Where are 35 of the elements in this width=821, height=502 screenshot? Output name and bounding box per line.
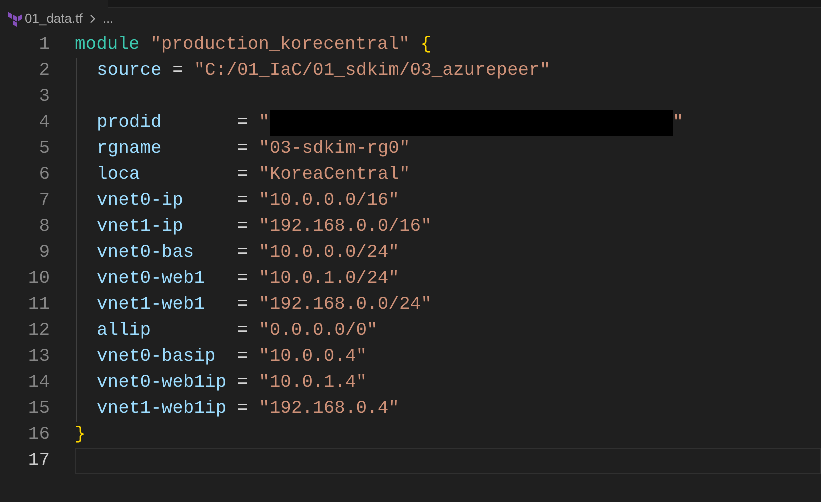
line-number: 13 [28,346,50,369]
logo-icon [8,12,22,26]
code-line: loca = "KoreaCentral" [97,164,410,187]
code-line: vnet0-basip = "10.0.0.4" [97,346,368,369]
line-number: 1 [39,34,50,57]
line-number: 11 [28,294,50,317]
line-number: 12 [28,320,50,343]
code-line: vnet1-web1ip = "192.168.0.4" [97,398,400,421]
line-number: 10 [28,268,50,291]
code-line: vnet1-web1 = "192.168.0.0/24" [97,294,432,317]
line-number: 4 [39,112,50,135]
line-number: 7 [39,190,50,213]
code-line: vnet1-ip = "192.168.0.0/16" [97,216,432,239]
line-number: 15 [28,398,50,421]
code-line: vnet0-web1ip = "10.0.1.4" [97,372,368,395]
code-line: source = "C:/01_IaC/01_sdkim/03_azurepeer" [97,60,551,83]
code-line: vnet0-bas = "10.0.0.0/24" [97,242,400,265]
line-number: 9 [39,242,50,265]
breadcrumb-more[interactable]: ... [102,9,114,29]
code-line: vnet0-web1 = "10.0.1.0/24" [97,268,400,291]
line-number: 8 [39,216,50,239]
code-line: module "production_korecentral" { [75,34,432,57]
code-line: prodid = " " [97,110,684,136]
line-number: 17 [28,450,50,473]
code-line: rgname = "03-sdkim-rg0" [97,138,410,161]
breadcrumb-file[interactable]: 01_data.tf [25,9,83,29]
line-number: 5 [39,138,50,161]
code-line: allip = "0.0.0.0/0" [97,320,378,343]
line-number: 16 [28,424,50,447]
line-number: 14 [28,372,50,395]
line-number: 3 [39,86,50,109]
code-line: } [75,424,86,447]
line-number: 6 [39,164,50,187]
code-line: vnet0-ip = "10.0.0.0/16" [97,190,400,213]
line-number: 2 [39,60,50,83]
